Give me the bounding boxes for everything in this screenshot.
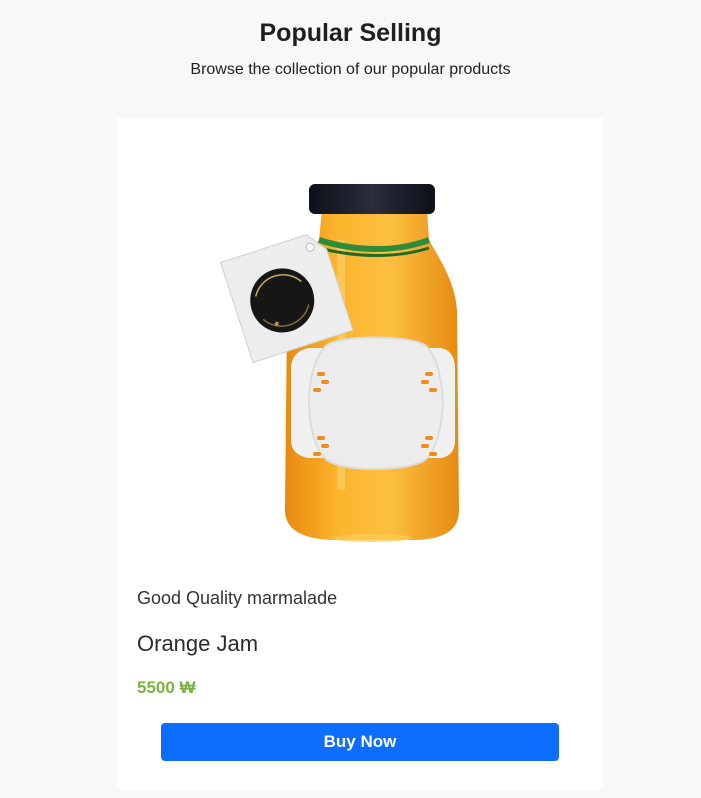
product-description: Good Quality marmalade [137,588,338,608]
product-price: 5500 ₩ [137,678,196,697]
buy-now-button[interactable]: Buy Now [161,723,559,761]
product-image[interactable]: ★ [137,140,583,585]
section-subtitle: Browse the collection of our popular pro… [190,61,511,78]
product-card: ★ Good Quality marmalade Orange Jam 5500… [117,118,603,790]
product-name[interactable]: Orange Jam [137,631,258,657]
orange-jam-bottle-image: ★ [219,184,459,542]
section-title: Popular Selling [259,19,442,47]
